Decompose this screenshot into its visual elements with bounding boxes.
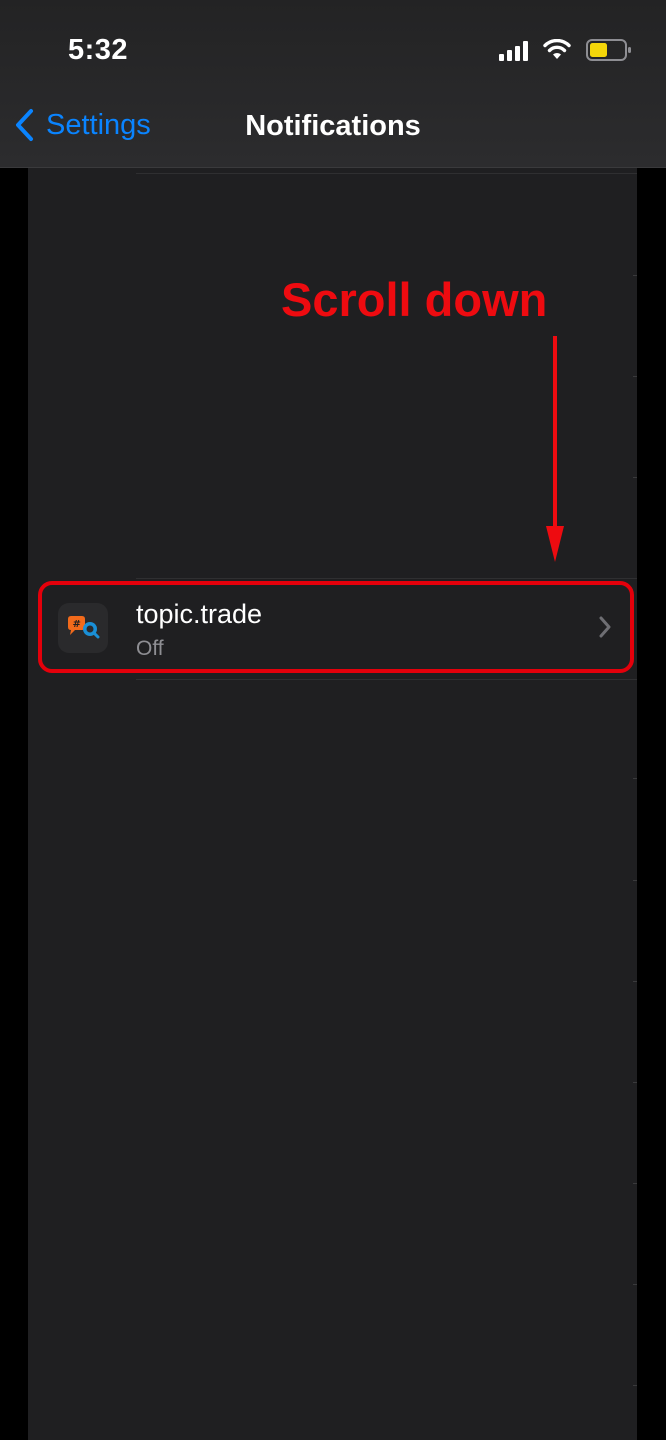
divider <box>633 778 637 779</box>
notifications-screen: 5:32 Settings Notifications # topic.trad… <box>0 0 666 1440</box>
status-icons <box>499 38 632 62</box>
wifi-icon <box>542 39 572 61</box>
divider <box>633 1082 637 1083</box>
divider <box>633 477 637 478</box>
app-notification-status: Off <box>136 637 164 660</box>
svg-text:#: # <box>73 619 81 630</box>
battery-icon <box>586 38 632 62</box>
divider <box>633 981 637 982</box>
divider <box>633 1385 637 1386</box>
divider <box>633 880 637 881</box>
scroll-down-annotation: Scroll down <box>281 273 548 326</box>
app-name: topic.trade <box>136 599 263 629</box>
down-arrow-annotation-icon <box>546 336 564 562</box>
divider <box>633 1183 637 1184</box>
topic-trade-app-icon: # <box>58 603 108 653</box>
chevron-right-icon <box>599 616 611 638</box>
status-time: 5:32 <box>68 34 129 66</box>
signal-icon <box>499 39 528 61</box>
divider <box>136 679 637 680</box>
divider <box>633 376 637 377</box>
app-row-topic-trade[interactable]: # topic.trade Off <box>38 581 634 673</box>
divider <box>633 275 637 276</box>
divider <box>136 578 637 579</box>
divider <box>633 1284 637 1285</box>
divider <box>136 173 637 174</box>
top-bar: 5:32 Settings Notifications <box>0 0 666 168</box>
page-title: Notifications <box>245 110 421 142</box>
